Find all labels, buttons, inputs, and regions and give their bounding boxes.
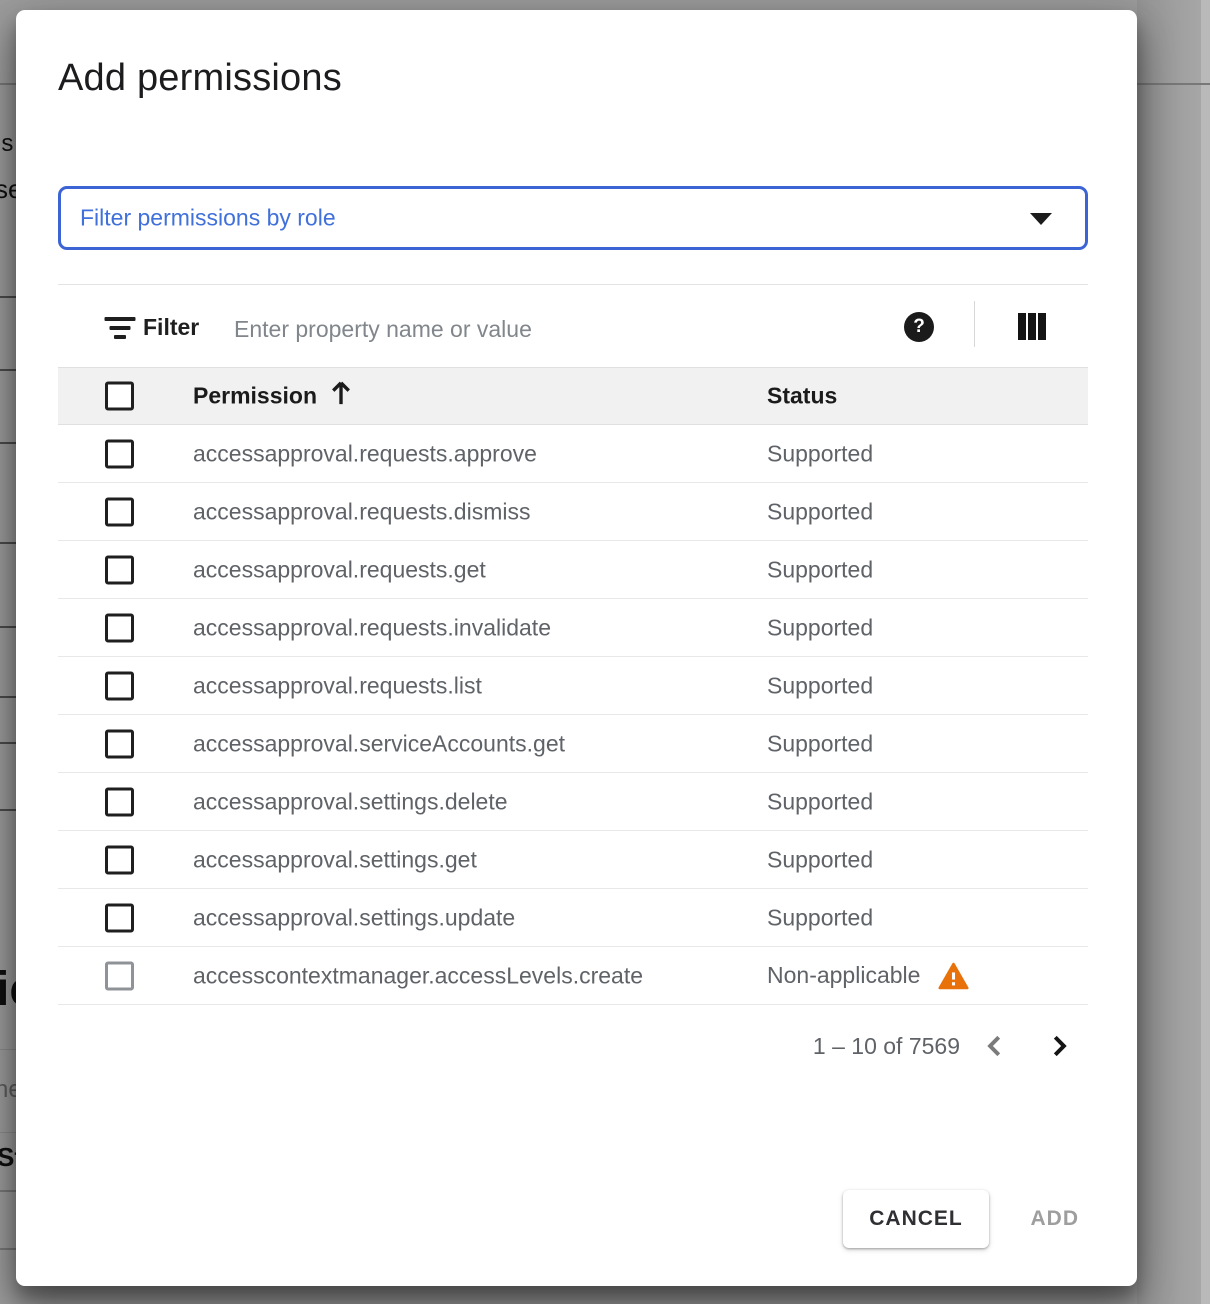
role-filter-select[interactable]: Filter permissions by role bbox=[58, 186, 1088, 250]
table-row[interactable]: accessapproval.requests.get Supported bbox=[58, 541, 1088, 599]
table-row[interactable]: accessapproval.serviceAccounts.get Suppo… bbox=[58, 715, 1088, 773]
sort-ascending-icon[interactable] bbox=[326, 379, 356, 414]
row-checkbox[interactable] bbox=[105, 613, 134, 642]
status-text: Supported bbox=[767, 788, 873, 815]
cancel-button[interactable]: CANCEL bbox=[843, 1190, 989, 1248]
warning-icon bbox=[938, 962, 969, 990]
table-row[interactable]: accessapproval.requests.list Supported bbox=[58, 657, 1088, 715]
row-checkbox[interactable] bbox=[105, 497, 134, 526]
status-cell: Supported bbox=[767, 904, 873, 931]
permissions-table: Permission Status accessapproval.request… bbox=[58, 367, 1088, 1005]
status-column-header: Status bbox=[767, 383, 837, 410]
filter-label: Filter bbox=[143, 314, 199, 341]
table-body: accessapproval.requests.approve Supporte… bbox=[58, 425, 1088, 1005]
background-row-border bbox=[0, 369, 16, 371]
permission-cell: accessapproval.serviceAccounts.get bbox=[193, 730, 565, 757]
row-checkbox[interactable] bbox=[105, 729, 134, 758]
table-row[interactable]: accessapproval.requests.approve Supporte… bbox=[58, 425, 1088, 483]
background-row-border bbox=[0, 542, 16, 544]
pagination: 1 – 10 of 7569 bbox=[813, 1018, 1074, 1074]
status-cell: Non-applicable bbox=[767, 962, 969, 990]
help-icon[interactable]: ? bbox=[904, 312, 934, 342]
status-cell: Supported bbox=[767, 788, 873, 815]
role-filter-value: Filter permissions by role bbox=[80, 205, 336, 232]
permission-cell: accessapproval.requests.list bbox=[193, 672, 482, 699]
status-text: Supported bbox=[767, 672, 873, 699]
background-right-area bbox=[1137, 0, 1210, 1304]
select-all-checkbox[interactable] bbox=[105, 382, 134, 411]
background-divider bbox=[1137, 83, 1210, 85]
permission-cell: accessapproval.settings.delete bbox=[193, 788, 508, 815]
permission-column-header[interactable]: Permission bbox=[193, 383, 317, 410]
row-checkbox[interactable] bbox=[105, 439, 134, 468]
toolbar-divider bbox=[974, 301, 975, 347]
dialog-title: Add permissions bbox=[58, 57, 342, 100]
background-row-border bbox=[0, 442, 16, 444]
column-display-options-icon[interactable] bbox=[1018, 313, 1046, 340]
table-row[interactable]: accesscontextmanager.accessLevels.create… bbox=[58, 947, 1088, 1005]
status-text: Non-applicable bbox=[767, 962, 920, 989]
table-row[interactable]: accessapproval.requests.invalidate Suppo… bbox=[58, 599, 1088, 657]
row-checkbox[interactable] bbox=[105, 961, 134, 990]
status-text: Supported bbox=[767, 498, 873, 525]
background-divider bbox=[0, 83, 16, 85]
background-row-border bbox=[0, 809, 16, 811]
add-permissions-dialog: Add permissions Filter permissions by ro… bbox=[16, 10, 1137, 1286]
row-checkbox[interactable] bbox=[105, 845, 134, 874]
permission-cell: accesscontextmanager.accessLevels.create bbox=[193, 962, 643, 989]
status-text: Supported bbox=[767, 730, 873, 757]
row-checkbox[interactable] bbox=[105, 903, 134, 932]
status-cell: Supported bbox=[767, 730, 873, 757]
status-cell: Supported bbox=[767, 498, 873, 525]
status-cell: Supported bbox=[767, 440, 873, 467]
background-row-border bbox=[0, 296, 16, 298]
status-cell: Supported bbox=[767, 672, 873, 699]
status-cell: Supported bbox=[767, 614, 873, 641]
table-row[interactable]: accessapproval.settings.update Supported bbox=[58, 889, 1088, 947]
next-page-icon[interactable] bbox=[1044, 1031, 1074, 1061]
filter-list-icon bbox=[104, 317, 135, 339]
screen: is se ic ne St Add permissions Filter pe… bbox=[0, 0, 1210, 1304]
table-row[interactable]: accessapproval.requests.dismiss Supporte… bbox=[58, 483, 1088, 541]
status-text: Supported bbox=[767, 904, 873, 931]
status-text: Supported bbox=[767, 846, 873, 873]
add-button[interactable]: ADD bbox=[1023, 1190, 1088, 1248]
row-checkbox[interactable] bbox=[105, 787, 134, 816]
background-scrollbar-track bbox=[1201, 0, 1210, 1304]
status-cell: Supported bbox=[767, 846, 873, 873]
background-row-border bbox=[0, 1190, 16, 1192]
status-text: Supported bbox=[767, 614, 873, 641]
property-filter-input[interactable] bbox=[232, 315, 796, 344]
table-row[interactable]: accessapproval.settings.delete Supported bbox=[58, 773, 1088, 831]
permission-cell: accessapproval.settings.get bbox=[193, 846, 477, 873]
background-row-border bbox=[0, 742, 16, 744]
section-divider bbox=[58, 284, 1088, 285]
previous-page-icon[interactable] bbox=[980, 1031, 1010, 1061]
table-row[interactable]: accessapproval.settings.get Supported bbox=[58, 831, 1088, 889]
row-checkbox[interactable] bbox=[105, 555, 134, 584]
status-cell: Supported bbox=[767, 556, 873, 583]
permission-cell: accessapproval.requests.approve bbox=[193, 440, 537, 467]
background-row-border bbox=[0, 626, 16, 628]
table-header-row: Permission Status bbox=[58, 367, 1088, 425]
background-row-border bbox=[0, 1132, 16, 1133]
status-text: Supported bbox=[767, 556, 873, 583]
dropdown-caret-icon bbox=[1030, 213, 1052, 225]
background-row-border bbox=[0, 1049, 16, 1050]
row-checkbox[interactable] bbox=[105, 671, 134, 700]
permission-cell: accessapproval.settings.update bbox=[193, 904, 515, 931]
permission-cell: accessapproval.requests.dismiss bbox=[193, 498, 530, 525]
background-row-border bbox=[0, 696, 16, 698]
background-row-border bbox=[0, 1248, 16, 1250]
status-text: Supported bbox=[767, 440, 873, 467]
pagination-range-label: 1 – 10 of 7569 bbox=[813, 1033, 960, 1060]
permission-cell: accessapproval.requests.get bbox=[193, 556, 486, 583]
permission-cell: accessapproval.requests.invalidate bbox=[193, 614, 551, 641]
background-text-fragment: is bbox=[0, 130, 13, 158]
